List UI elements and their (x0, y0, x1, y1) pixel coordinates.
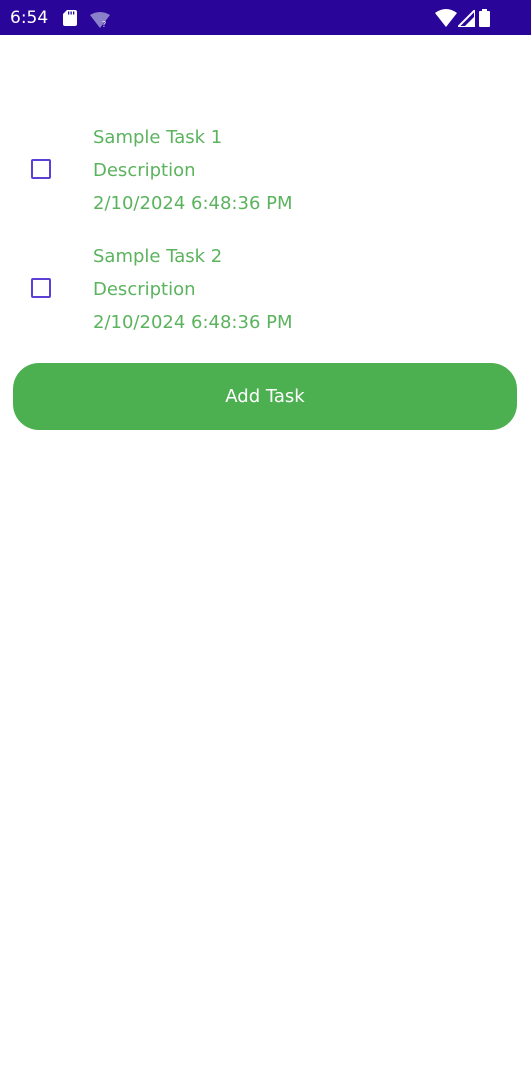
task-item: Sample Task 1 Description 2/10/2024 6:48… (0, 118, 531, 237)
task-item: Sample Task 2 Description 2/10/2024 6:48… (0, 237, 531, 356)
task-datetime: 2/10/2024 6:48:36 PM (93, 193, 293, 214)
task-description: Description (93, 279, 196, 300)
sd-card-icon (63, 10, 77, 26)
signal-icon (458, 10, 475, 27)
task-description: Description (93, 160, 196, 181)
task-checkbox[interactable] (31, 159, 51, 179)
status-icons (435, 9, 495, 27)
task-text: Sample Task 2 Description 2/10/2024 6:48… (93, 237, 293, 339)
wifi-icon (435, 9, 457, 27)
task-checkbox[interactable] (31, 278, 51, 298)
task-title: Sample Task 1 (93, 127, 223, 148)
status-bar: 6:54 ? (0, 0, 531, 35)
task-text: Sample Task 1 Description 2/10/2024 6:48… (93, 118, 293, 220)
wifi-unknown-icon: ? (90, 12, 110, 28)
task-title: Sample Task 2 (93, 246, 223, 267)
battery-icon (479, 9, 490, 27)
status-time: 6:54 (10, 8, 49, 28)
task-datetime: 2/10/2024 6:48:36 PM (93, 312, 293, 333)
add-task-button[interactable]: Add Task (13, 363, 517, 430)
task-list: Sample Task 1 Description 2/10/2024 6:48… (0, 118, 531, 356)
svg-text:?: ? (102, 20, 106, 28)
